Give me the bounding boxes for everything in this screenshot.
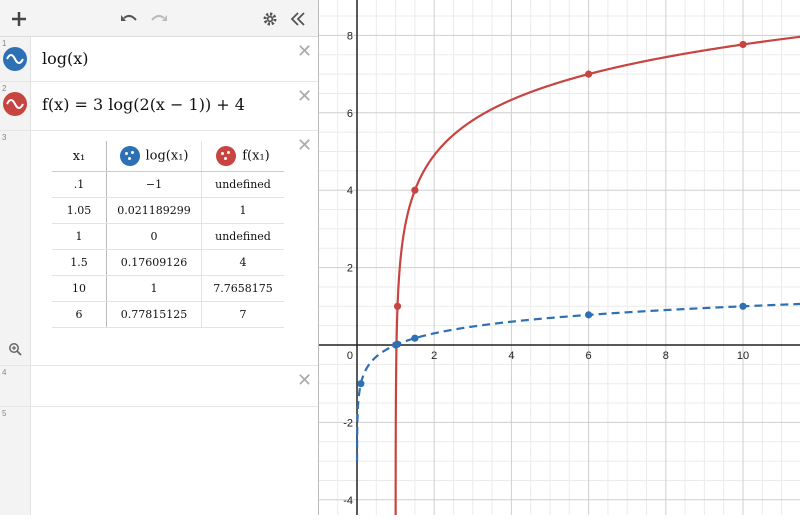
table-cell[interactable]: .1 <box>52 171 107 198</box>
table-header[interactable]: log(x₁) <box>106 141 202 172</box>
close-icon[interactable]: ✕ <box>297 41 312 62</box>
y-tick-label: -4 <box>343 495 353 507</box>
graph-canvas[interactable]: 0 2 4 6 8 10 -4 -2 2 4 6 8 <box>279 0 800 520</box>
table-row: 10 1 7.7658175 <box>52 275 284 302</box>
x-tick-label: 8 <box>663 350 669 362</box>
table-cell[interactable]: 7 <box>201 301 284 328</box>
table-cell[interactable]: 6 <box>52 301 107 328</box>
x-tick-label: 2 <box>431 350 437 362</box>
table-row: 1.05 0.021189299 1 <box>52 197 284 224</box>
table: x₁ log(x₁) f(x₁) .1 −1 undefined 1.05 0.… <box>52 141 284 328</box>
table-row: 1.5 0.17609126 4 <box>52 249 284 276</box>
data-point <box>585 311 593 319</box>
table-cell[interactable]: undefined <box>201 171 284 198</box>
undo-icon[interactable] <box>116 0 142 36</box>
table-header-label: f(x₁) <box>242 148 270 164</box>
x-tick-label: 0 <box>347 350 353 362</box>
table-cell[interactable]: 0.021189299 <box>106 197 202 224</box>
data-point <box>411 186 419 194</box>
table-cell[interactable]: −1 <box>106 171 202 198</box>
y-tick-label: 4 <box>347 185 353 197</box>
double-chevron-left-icon[interactable] <box>286 0 310 36</box>
series-curve <box>355 302 800 462</box>
table-cell[interactable]: 1 <box>52 223 107 250</box>
data-point <box>357 380 365 388</box>
redo-icon[interactable] <box>146 0 172 36</box>
y-tick-label: 2 <box>347 263 353 275</box>
expression-row[interactable]: 5 <box>0 407 318 447</box>
gear-icon[interactable] <box>258 0 282 36</box>
table-row: 6 0.77815125 7 <box>52 301 284 328</box>
blue-wave-icon[interactable] <box>3 47 27 71</box>
expression-number: 4 <box>2 368 7 377</box>
table-row: .1 −1 undefined <box>52 171 284 198</box>
close-icon[interactable]: ✕ <box>297 370 312 391</box>
data-point <box>739 40 747 49</box>
data-point <box>392 341 400 349</box>
table-cell[interactable]: 0 <box>106 223 202 250</box>
table-header[interactable]: f(x₁) <box>201 141 284 172</box>
table-row: 1 0 undefined <box>52 223 284 250</box>
table-cell[interactable]: undefined <box>201 223 284 250</box>
table-header-row: x₁ log(x₁) f(x₁) <box>52 141 284 172</box>
expression-text[interactable]: f(x) = 3 log(2(x − 1)) + 4 <box>42 95 245 114</box>
plus-icon[interactable] <box>6 0 32 36</box>
y-tick-label: 8 <box>347 30 353 42</box>
x-tick-label: 10 <box>737 350 749 362</box>
table-header-label: log(x₁) <box>145 148 189 164</box>
table-cell[interactable]: 0.17609126 <box>106 249 202 276</box>
table-cell[interactable]: 7.7658175 <box>201 275 284 302</box>
red-wave-icon[interactable] <box>3 92 27 116</box>
expression-number: 5 <box>2 409 7 418</box>
table-cell[interactable]: 10 <box>52 275 107 302</box>
table-cell[interactable]: 1 <box>201 197 284 224</box>
close-icon[interactable]: ✕ <box>297 86 312 107</box>
expression-row[interactable]: 4 ✕ <box>0 366 318 407</box>
data-point <box>411 334 419 342</box>
toolbar <box>0 0 318 37</box>
close-icon[interactable]: ✕ <box>297 135 312 156</box>
data-point <box>393 302 402 310</box>
table-cell[interactable]: 1.05 <box>52 197 107 224</box>
table-header[interactable]: x₁ <box>52 141 107 172</box>
data-point <box>585 70 593 78</box>
table-cell[interactable]: 1 <box>106 275 202 302</box>
expression-list-panel: 1 log(x) ✕ 2 f(x) = 3 log(2(x − 1)) + 4 … <box>0 0 318 515</box>
table-cell[interactable]: 0.77815125 <box>106 301 202 328</box>
expression-row[interactable]: 1 log(x) ✕ <box>0 37 318 82</box>
y-tick-label: 6 <box>347 108 353 120</box>
series-curve <box>394 35 800 520</box>
blue-points-icon[interactable] <box>119 146 140 166</box>
expression-number: 3 <box>2 133 7 142</box>
data-point <box>739 302 747 310</box>
graph-paper[interactable]: 0 2 4 6 8 10 -4 -2 2 4 6 8 <box>279 0 800 520</box>
y-tick-label: -2 <box>343 417 353 429</box>
table-cell[interactable]: 4 <box>201 249 284 276</box>
expression-row[interactable]: 2 f(x) = 3 log(2(x − 1)) + 4 ✕ <box>0 82 318 131</box>
table-cell[interactable]: 1.5 <box>52 249 107 276</box>
x-tick-label: 4 <box>508 350 514 362</box>
expression-text[interactable]: log(x) <box>42 49 89 68</box>
red-points-icon[interactable] <box>216 146 237 166</box>
x-tick-label: 6 <box>586 350 592 362</box>
zoom-fit-icon[interactable] <box>8 342 22 361</box>
